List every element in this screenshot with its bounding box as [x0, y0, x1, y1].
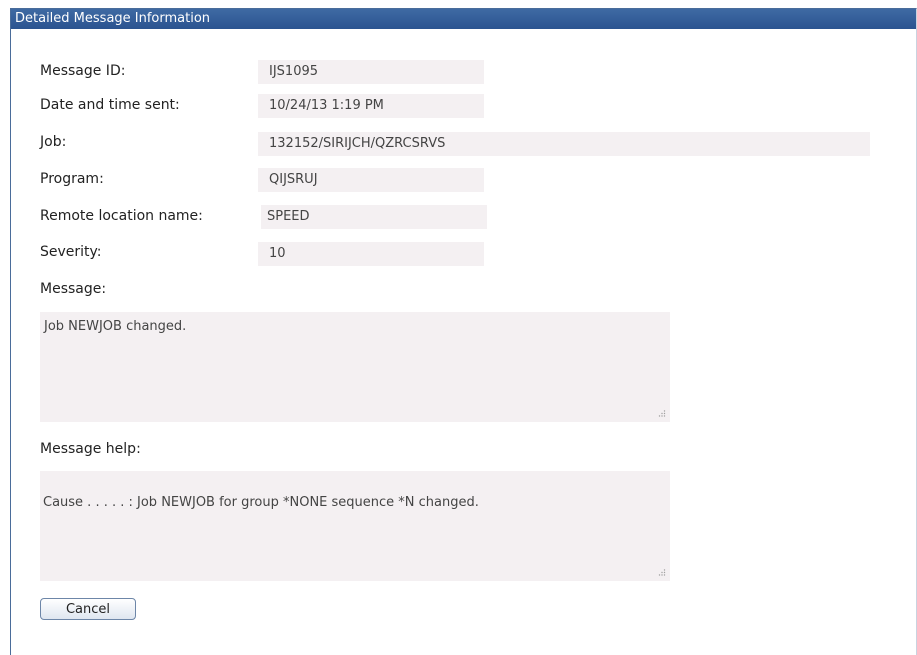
message-id-label: Message ID: — [40, 63, 126, 79]
job-field: 132152/SIRIJCH/QZRCSRVS — [258, 132, 870, 156]
message-help-text: Cause . . . . . : Job NEWJOB for group *… — [43, 495, 479, 510]
resize-grip-icon[interactable] — [656, 568, 666, 578]
message-help-label: Message help: — [40, 441, 141, 457]
date-sent-label: Date and time sent: — [40, 97, 180, 113]
program-field: QIJSRUJ — [258, 168, 484, 192]
message-label: Message: — [40, 281, 107, 297]
date-sent-field: 10/24/13 1:19 PM — [258, 94, 484, 118]
message-details-dialog: Detailed Message Information Message ID:… — [10, 8, 917, 655]
cancel-button[interactable]: Cancel — [40, 598, 136, 620]
program-label: Program: — [40, 171, 104, 187]
remote-location-label: Remote location name: — [40, 208, 203, 224]
message-id-field: IJS1095 — [258, 60, 484, 84]
message-textarea[interactable]: Job NEWJOB changed. — [40, 312, 670, 422]
message-help-textarea[interactable]: Cause . . . . . : Job NEWJOB for group *… — [40, 471, 670, 581]
message-text: Job NEWJOB changed. — [44, 319, 187, 334]
job-label: Job: — [40, 134, 67, 150]
remote-location-field: SPEED — [261, 205, 487, 229]
resize-grip-icon[interactable] — [656, 409, 666, 419]
severity-label: Severity: — [40, 244, 102, 260]
dialog-title: Detailed Message Information — [11, 9, 916, 29]
severity-field: 10 — [258, 242, 484, 266]
